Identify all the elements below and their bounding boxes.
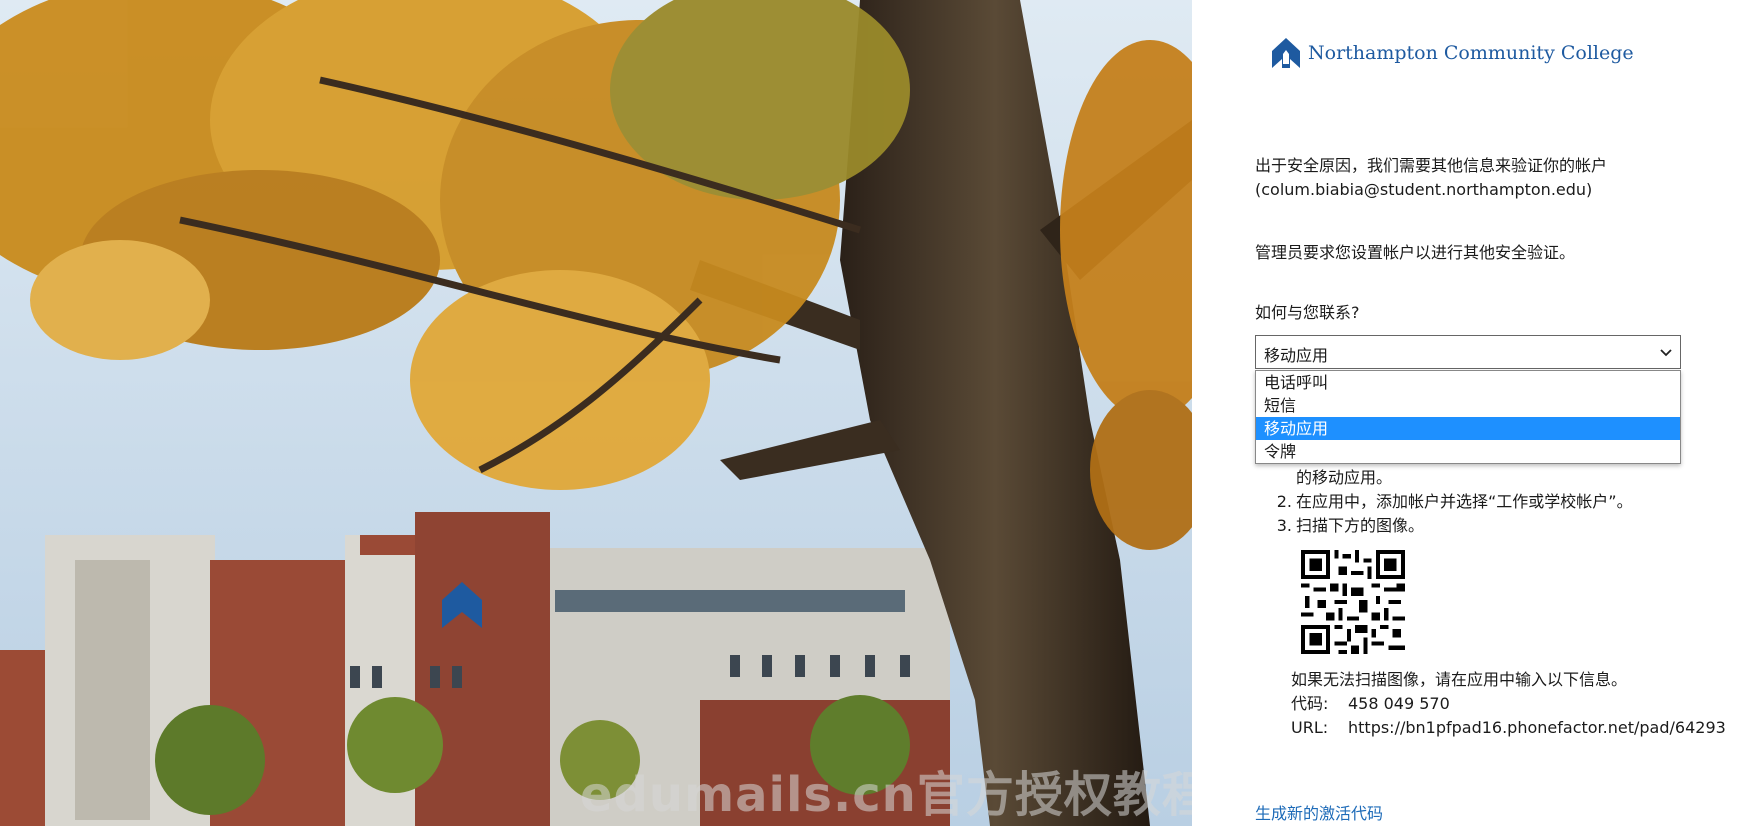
watermark-text: edumails.cn官方授权教程 (580, 767, 1192, 823)
college-name: Northampton Community College (1308, 42, 1634, 64)
step-3-text: 扫描下方的图像。 (1296, 516, 1425, 535)
verification-panel: Northampton Community College 出于安全原因，我们需… (1192, 0, 1756, 826)
qr-code-icon (1301, 550, 1405, 654)
fallback-instructions: 如果无法扫描图像，请在应用中输入以下信息。 (1291, 670, 1628, 689)
chevron-down-icon (1660, 349, 1672, 357)
setup-steps-list: 的移动应用。 2. 在应用中，添加帐户并选择“工作或学校帐户”。 3. 扫描下方… (1272, 466, 1633, 538)
contact-method-options: 电话呼叫 短信 移动应用 令牌 (1255, 370, 1681, 464)
campus-photo: edumails.cn官方授权教程 (0, 0, 1192, 826)
security-reason-text: 出于安全原因，我们需要其他信息来验证你的帐户 (1255, 156, 1608, 175)
option-phone-call[interactable]: 电话呼叫 (1256, 371, 1680, 394)
contact-method-label: 如何与您联系? (1255, 303, 1360, 322)
step-3: 3. 扫描下方的图像。 (1272, 514, 1633, 538)
code-row: 代码: 458 049 570 (1291, 692, 1726, 716)
generate-new-code-link[interactable]: 生成新的激活代码 (1255, 800, 1383, 824)
admin-requirement-text: 管理员要求您设置帐户以进行其他安全验证。 (1255, 243, 1576, 262)
college-logo: Northampton Community College (1270, 36, 1634, 70)
step-1-text: 的移动应用。 (1296, 468, 1393, 487)
url-label: URL: (1291, 718, 1329, 737)
url-row: URL: https://bn1pfpad16.phonefactor.net/… (1291, 716, 1726, 740)
step-2-text: 在应用中，添加帐户并选择“工作或学校帐户”。 (1296, 492, 1633, 511)
account-email: (colum.biabia@student.northampton.edu) (1255, 180, 1593, 199)
activation-info: 代码: 458 049 570 URL: https://bn1pfpad16.… (1291, 692, 1726, 740)
ncc-logo-mark-icon (1272, 38, 1300, 68)
url-value: https://bn1pfpad16.phonefactor.net/pad/6… (1348, 718, 1726, 737)
contact-method-select[interactable]: 移动应用 (1255, 335, 1681, 369)
code-label: 代码: (1291, 694, 1329, 713)
option-sms[interactable]: 短信 (1256, 394, 1680, 417)
option-token[interactable]: 令牌 (1256, 440, 1680, 463)
contact-method-selected-value: 移动应用 (1264, 346, 1329, 365)
step-2: 2. 在应用中，添加帐户并选择“工作或学校帐户”。 (1272, 490, 1633, 514)
code-value: 458 049 570 (1348, 694, 1450, 713)
step-3-number: 3. (1276, 516, 1292, 535)
step-2-number: 2. (1276, 492, 1292, 511)
step-1-continuation: 的移动应用。 (1272, 466, 1633, 490)
option-mobile-app[interactable]: 移动应用 (1256, 417, 1680, 440)
